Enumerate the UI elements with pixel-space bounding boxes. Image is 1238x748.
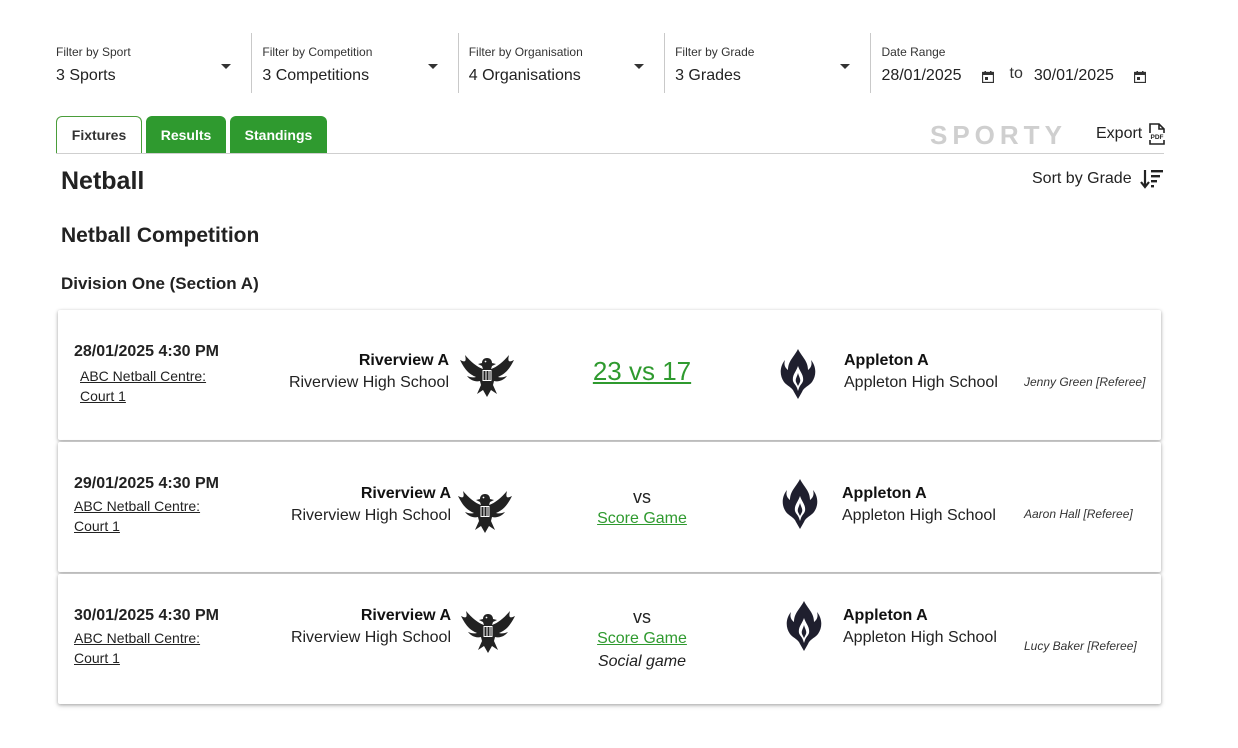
referee-name: Jenny Green [Referee] (1024, 375, 1146, 389)
organisation-filter-select[interactable]: Filter by Organisation 4 Organisations (469, 33, 664, 93)
away-team: Appleton A Appleton High School (844, 350, 1044, 394)
filter-divider (664, 33, 666, 93)
match-result: vs Score Game (542, 486, 742, 530)
chevron-down-icon[interactable] (840, 64, 851, 69)
competition-filter-select[interactable]: Filter by Competition 3 Competitions (262, 33, 457, 93)
venue-link[interactable]: ABC Netball Centre: Court 1 (74, 496, 200, 536)
pdf-icon: PDF (1148, 123, 1167, 145)
away-team-name: Appleton A (844, 352, 929, 369)
match-result: 23 vs 17 (542, 356, 742, 387)
fixture-card: 29/01/2025 4:30 PM ABC Netball Centre: C… (58, 442, 1161, 572)
tab-underline (56, 153, 1164, 154)
home-school-name: Riverview High School (290, 629, 451, 646)
home-team-name: Riverview A (360, 485, 451, 502)
fixture-datetime: 28/01/2025 4:30 PM (74, 343, 219, 360)
fixture-card: 28/01/2025 4:30 PM ABC Netball Centre: C… (58, 310, 1161, 440)
home-school-name: Riverview High School (290, 507, 451, 524)
view-tabs: Fixtures Results Standings (56, 116, 331, 154)
home-team: Riverview A Riverview High School (251, 483, 451, 527)
tab-results[interactable]: Results (146, 116, 226, 154)
away-school-name: Appleton High School (843, 629, 997, 646)
sport-filter-value: 3 Sports (56, 67, 116, 84)
calendar-icon[interactable] (1134, 71, 1146, 83)
svg-text:PDF: PDF (1151, 134, 1164, 141)
fixture-card: 30/01/2025 4:30 PM ABC Netball Centre: C… (58, 574, 1161, 704)
home-school-name: Riverview High School (288, 374, 449, 391)
chevron-down-icon[interactable] (221, 64, 232, 69)
home-team: Riverview A Riverview High School (251, 605, 451, 649)
venue-link[interactable]: ABC Netball Centre: Court 1 (74, 628, 200, 668)
match-result: vs Score Game Social game (542, 606, 742, 674)
sporty-logo: SPORTY (930, 120, 1067, 150)
score-link[interactable]: 23 vs 17 (593, 356, 691, 386)
flame-icon (778, 348, 818, 400)
sort-by-grade-button[interactable]: Sort by Grade (1032, 168, 1164, 190)
venue-court: Court 1 (74, 518, 120, 534)
eagle-icon (457, 486, 513, 534)
grade-filter-label: Filter by Grade (675, 45, 755, 59)
sort-descending-icon (1139, 170, 1163, 189)
fixture-datetime: 29/01/2025 4:30 PM (74, 475, 219, 492)
filter-divider (457, 33, 459, 93)
sport-filter-select[interactable]: Filter by Sport 3 Sports (56, 33, 251, 93)
venue-name: ABC Netball Centre: (80, 368, 207, 384)
away-team: Appleton A Appleton High School (843, 605, 1043, 649)
venue-court: Court 1 (80, 388, 126, 404)
referee-name: Lucy Baker [Referee] (1024, 639, 1137, 653)
score-game-link[interactable]: Score Game (542, 508, 742, 530)
export-pdf-button[interactable]: Export PDF (1096, 123, 1167, 145)
home-team-name: Riverview A (358, 352, 449, 369)
eagle-icon (459, 350, 515, 398)
competition-heading: Netball Competition (61, 224, 260, 247)
away-team-name: Appleton A (842, 485, 927, 502)
away-school-name: Appleton High School (844, 374, 998, 391)
date-from-field[interactable]: 28/01/2025 (881, 67, 961, 85)
date-range-filter: Date Range 28/01/2025 to 30/01/2025 (881, 33, 1166, 93)
tab-standings[interactable]: Standings (230, 116, 327, 154)
referee-name: Aaron Hall [Referee] (1024, 507, 1133, 521)
chevron-down-icon[interactable] (634, 64, 645, 69)
tab-fixtures[interactable]: Fixtures (56, 116, 142, 154)
away-school-name: Appleton High School (842, 507, 996, 524)
away-team-name: Appleton A (843, 607, 928, 624)
organisation-filter-value: 4 Organisations (468, 67, 581, 84)
eagle-icon (460, 606, 516, 654)
sort-label: Sort by Grade (1032, 170, 1132, 187)
organisation-filter-label: Filter by Organisation (468, 45, 583, 59)
filter-divider (870, 33, 872, 93)
competition-filter-label: Filter by Competition (262, 45, 373, 59)
vs-label: vs (633, 607, 651, 627)
venue-link[interactable]: ABC Netball Centre: Court 1 (80, 366, 206, 406)
venue-name: ABC Netball Centre: (74, 498, 201, 514)
grade-filter-value: 3 Grades (675, 67, 741, 84)
export-label: Export (1096, 125, 1143, 142)
competition-filter-value: 3 Competitions (262, 67, 370, 84)
filter-divider (251, 33, 253, 93)
sport-filter-label: Filter by Sport (56, 45, 131, 59)
chevron-down-icon[interactable] (427, 64, 438, 69)
venue-name: ABC Netball Centre: (74, 630, 201, 646)
sport-heading: Netball (61, 167, 145, 195)
flame-icon (780, 478, 820, 530)
fixture-datetime: 30/01/2025 4:30 PM (74, 607, 219, 624)
flame-icon (784, 600, 824, 652)
away-team: Appleton A Appleton High School (842, 483, 1042, 527)
vs-label: vs (633, 487, 651, 507)
date-to-field[interactable]: 30/01/2025 (1034, 67, 1114, 85)
home-team-name: Riverview A (360, 607, 451, 624)
calendar-icon[interactable] (982, 71, 994, 83)
date-range-label: Date Range (881, 45, 946, 59)
sporty-logo-text: SPORTY (930, 120, 1067, 150)
score-game-link[interactable]: Score Game (542, 628, 742, 650)
date-to-separator: to (1009, 65, 1023, 82)
social-game-note: Social game (597, 653, 687, 670)
grade-filter-select[interactable]: Filter by Grade 3 Grades (675, 33, 870, 93)
division-heading: Division One (Section A) (61, 274, 259, 293)
filter-bar: Filter by Sport 3 Sports Filter by Compe… (56, 33, 1166, 93)
home-team: Riverview A Riverview High School (249, 350, 449, 394)
venue-court: Court 1 (74, 650, 120, 666)
